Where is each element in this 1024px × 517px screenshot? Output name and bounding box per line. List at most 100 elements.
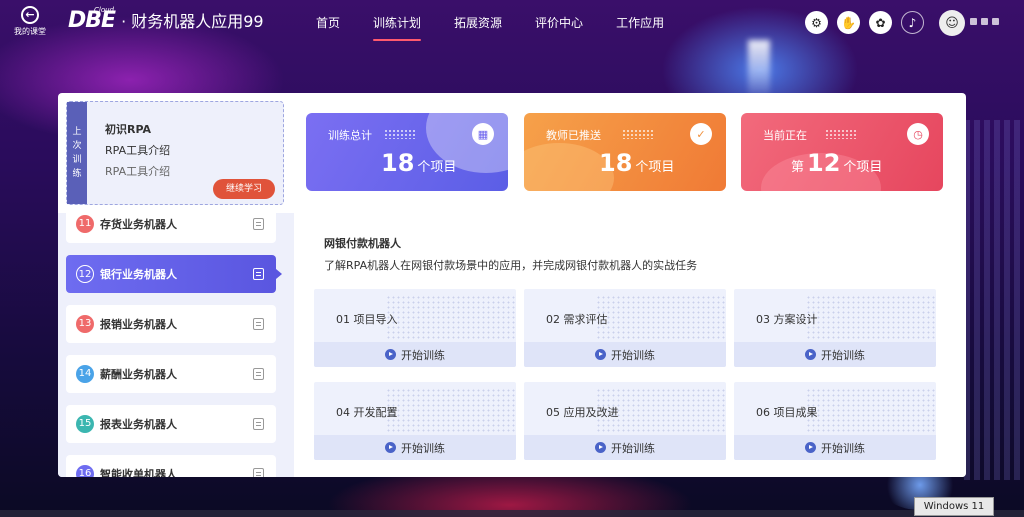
wave-decoration	[806, 388, 936, 434]
last-training-tag: 上 次 训 练	[67, 102, 87, 204]
start-training-button[interactable]: 开始训练	[734, 342, 936, 367]
play-icon	[385, 442, 396, 453]
last-training-title: 初识RPA	[105, 123, 152, 136]
start-training-button[interactable]: 开始训练	[524, 435, 726, 460]
robot-number: 13	[76, 315, 94, 333]
start-training-button[interactable]: 开始训练	[314, 342, 516, 367]
stat-pushed: 教师已推送 ✓ 18 个项目	[524, 113, 726, 191]
step-card: 01 项目导入 开始训练	[314, 289, 516, 367]
stat-current-value: 第 12 个项目	[791, 149, 883, 177]
wave-decoration	[596, 295, 726, 341]
task-content: 网银付款机器人 了解RPA机器人在网银付款场景中的应用，并完成网银付款机器人的实…	[284, 213, 966, 477]
stat-current: 当前正在 ◷ 第 12 个项目	[741, 113, 943, 191]
logo: DBE Cloud · 财务机器人应用99	[68, 6, 264, 33]
step-name: 01 项目导入	[336, 313, 398, 326]
clock-icon: ◷	[907, 123, 929, 145]
logo-cloud: Cloud	[94, 6, 114, 14]
document-icon[interactable]	[253, 368, 264, 380]
app-title: · 财务机器人应用99	[121, 12, 264, 31]
avatar[interactable]: ☺	[939, 10, 965, 36]
menu-work-apps[interactable]: 工作应用	[616, 0, 664, 46]
city-silhouette	[964, 120, 1024, 480]
robot-number: 12	[76, 265, 94, 283]
play-icon	[805, 349, 816, 360]
robot-item-12[interactable]: 12 银行业务机器人	[66, 255, 282, 293]
top-nav: ← 我的课堂 DBE Cloud · 财务机器人应用99 首页 训练计划 拓展资…	[0, 0, 1024, 46]
step-name: 04 开发配置	[336, 406, 398, 419]
robot-item-15[interactable]: 15 报表业务机器人	[66, 405, 276, 443]
stat-total: 训练总计 ▦ 18 个项目	[306, 113, 508, 191]
menu-evaluation[interactable]: 评价中心	[535, 0, 583, 46]
stat-current-label: 当前正在	[763, 129, 807, 142]
robot-icon[interactable]: ⚙	[805, 11, 828, 34]
wave-decoration	[386, 388, 516, 434]
start-training-button[interactable]: 开始训练	[734, 435, 936, 460]
stat-total-value: 18 个项目	[381, 149, 457, 177]
last-training-card: 上 次 训 练 初识RPA RPA工具介绍 RPA工具介绍 继续学习	[66, 101, 284, 205]
document-icon[interactable]	[253, 218, 264, 230]
main-panel: 上 次 训 练 初识RPA RPA工具介绍 RPA工具介绍 继续学习 训练总计 …	[58, 93, 966, 477]
play-icon	[595, 442, 606, 453]
taskbar-strip	[0, 510, 1024, 517]
step-card: 05 应用及改进 开始训练	[524, 382, 726, 460]
robot-item-14[interactable]: 14 薪酬业务机器人	[66, 355, 276, 393]
step-name: 03 方案设计	[756, 313, 818, 326]
robot-label: 报销业务机器人	[100, 318, 177, 331]
bell-icon[interactable]: ♪	[901, 11, 924, 34]
start-training-button[interactable]: 开始训练	[524, 342, 726, 367]
dots-decoration	[384, 129, 416, 139]
document-icon[interactable]	[253, 318, 264, 330]
continue-learning-button[interactable]: 继续学习	[213, 179, 275, 199]
step-card: 04 开发配置 开始训练	[314, 382, 516, 460]
paw-icon[interactable]: ✿	[869, 11, 892, 34]
play-icon	[805, 442, 816, 453]
step-card: 03 方案设计 开始训练	[734, 289, 936, 367]
user-name-blurred	[970, 18, 999, 25]
dots-decoration	[825, 129, 857, 139]
hand-icon[interactable]: ✋	[837, 11, 860, 34]
robot-number: 11	[76, 215, 94, 233]
document-icon[interactable]	[253, 468, 264, 477]
robot-number: 16	[76, 465, 94, 477]
robot-number: 14	[76, 365, 94, 383]
light-beam	[748, 40, 770, 100]
main-menu: 首页 训练计划 拓展资源 评价中心 工作应用	[316, 0, 697, 46]
robot-label: 薪酬业务机器人	[100, 368, 177, 381]
robot-label: 存货业务机器人	[100, 218, 177, 231]
wave-decoration	[806, 295, 936, 341]
robot-label: 报表业务机器人	[100, 418, 177, 431]
step-name: 02 需求评估	[546, 313, 608, 326]
last-training-subtitle: RPA工具介绍	[105, 144, 171, 157]
grid-icon: ▦	[472, 123, 494, 145]
play-icon	[385, 349, 396, 360]
robot-item-13[interactable]: 13 报销业务机器人	[66, 305, 276, 343]
menu-resources[interactable]: 拓展资源	[454, 0, 502, 46]
toolbar: ⚙ ✋ ✿ ♪	[805, 11, 933, 34]
robot-label: 智能收单机器人	[100, 468, 177, 477]
step-card: 06 项目成果 开始训练	[734, 382, 936, 460]
step-name: 05 应用及改进	[546, 406, 619, 419]
stat-pushed-label: 教师已推送	[546, 129, 601, 142]
dots-decoration	[622, 129, 654, 139]
play-icon	[595, 349, 606, 360]
check-icon: ✓	[690, 123, 712, 145]
stat-pushed-value: 18 个项目	[599, 149, 675, 177]
task-description: 了解RPA机器人在网银付款场景中的应用，并完成网银付款机器人的实战任务	[324, 259, 698, 272]
step-name: 06 项目成果	[756, 406, 818, 419]
menu-training-plan[interactable]: 训练计划	[373, 0, 422, 46]
document-icon[interactable]	[253, 268, 264, 280]
stat-total-label: 训练总计	[328, 129, 372, 142]
last-training-subtitle-2: RPA工具介绍	[105, 165, 171, 178]
back-button[interactable]: ← 我的课堂	[10, 6, 50, 42]
selection-pointer-icon	[276, 269, 282, 279]
robot-item-11[interactable]: 11 存货业务机器人	[66, 213, 276, 243]
start-training-button[interactable]: 开始训练	[314, 435, 516, 460]
menu-home[interactable]: 首页	[316, 0, 340, 46]
task-title: 网银付款机器人	[324, 237, 401, 250]
back-arrow-icon: ←	[21, 6, 39, 24]
back-label: 我的课堂	[14, 27, 46, 36]
robot-label: 银行业务机器人	[100, 268, 177, 281]
document-icon[interactable]	[253, 418, 264, 430]
windows-badge: Windows 11	[914, 497, 994, 516]
robot-item-16[interactable]: 16 智能收单机器人	[66, 455, 276, 477]
